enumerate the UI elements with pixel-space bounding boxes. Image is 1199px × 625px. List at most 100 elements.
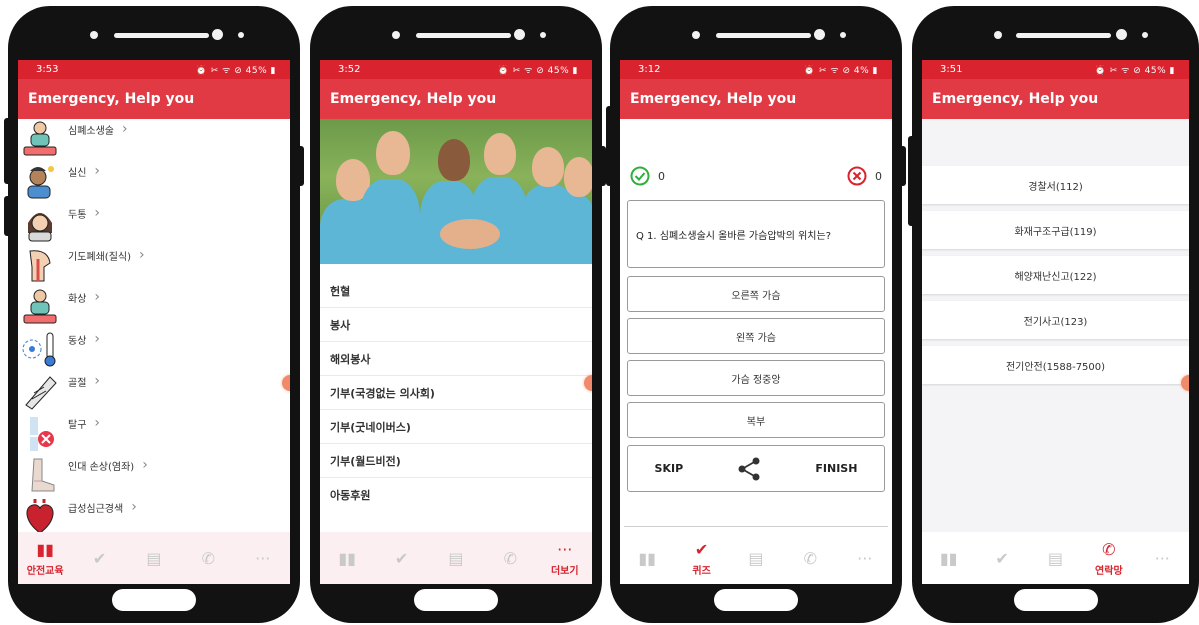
- screen: 3:51 ⏰ ✂ ᯤ ⊘ 45% ▮ Emergency, Help you 경…: [922, 60, 1189, 584]
- status-icons: ⏰ ✂ ᯤ ⊘ 45% ▮: [1094, 66, 1175, 76]
- book-icon: ▮▮: [939, 548, 958, 568]
- chevron-right-icon: ›: [142, 457, 148, 473]
- wrong-icon: [847, 166, 867, 186]
- contact-item[interactable]: 전기안전(1588-7500): [922, 346, 1189, 384]
- speaker-grille: [1015, 33, 1111, 38]
- menu-item[interactable]: 봉사: [320, 308, 592, 342]
- quiz-score: 0 0: [630, 164, 882, 188]
- list-item-label: 골절: [68, 378, 87, 389]
- nav-contacts[interactable]: ✆: [183, 549, 233, 568]
- heart-attack-icon: [20, 497, 60, 537]
- side-button: [296, 146, 304, 186]
- speaker-grille: [716, 33, 811, 38]
- nav-more[interactable]: ···: [238, 549, 288, 568]
- bottom-nav: ▮▮ ✔ ▤ ✆ ··· 더보기: [320, 532, 592, 584]
- home-button[interactable]: [1013, 589, 1098, 611]
- nav-quiz[interactable]: ✔: [377, 549, 427, 568]
- menu-item[interactable]: 기부(월드비전): [320, 444, 592, 478]
- chevron-right-icon: ›: [94, 331, 101, 347]
- chevron-right-icon: ›: [94, 415, 101, 431]
- nav-education[interactable]: ▮▮: [924, 549, 974, 568]
- volunteers-photo: [320, 119, 592, 264]
- menu-item[interactable]: 해외봉사: [320, 342, 592, 376]
- contact-item[interactable]: 경찰서(112): [922, 166, 1189, 204]
- list-item[interactable]: 골절 ›: [18, 371, 290, 413]
- sensor-dot: [238, 32, 244, 38]
- menu-item[interactable]: 헌혈: [320, 274, 592, 308]
- nav-contacts[interactable]: ✆: [785, 549, 835, 568]
- screen: 3:12 ⏰ ✂ ᯤ ⊘ 4% ▮ Emergency, Help you 0 …: [620, 60, 892, 584]
- answer-option[interactable]: 왼쪽 가슴: [627, 318, 885, 354]
- skip-button[interactable]: SKIP: [655, 462, 684, 475]
- phone-education: 3:53 ⏰ ✂ ᯤ ⊘ 45% ▮ Emergency, Help you 심…: [4, 6, 304, 623]
- book-icon: ▮▮: [36, 539, 54, 559]
- phone-quiz: 3:12 ⏰ ✂ ᯤ ⊘ 4% ▮ Emergency, Help you 0 …: [606, 6, 906, 623]
- nav-education[interactable]: ▮▮: [622, 549, 672, 568]
- list-item[interactable]: 화상 ›: [18, 287, 290, 329]
- list-item-label: 탈구: [68, 420, 87, 431]
- list-item[interactable]: 두통 ›: [18, 203, 290, 245]
- status-time: 3:12: [638, 64, 661, 75]
- nav-education[interactable]: ▮▮: [322, 549, 372, 568]
- contact-item[interactable]: 전기사고(123): [922, 301, 1189, 339]
- nav-more[interactable]: ···: [840, 549, 890, 568]
- wrong-count: 0: [875, 169, 882, 183]
- answer-option[interactable]: 오른쪽 가슴: [627, 276, 885, 312]
- contact-item[interactable]: 화재구조구급(119): [922, 211, 1189, 249]
- more-menu: 헌혈 봉사 해외봉사 기부(국경없는 의사회) 기부(굿네이버스) 기부(월드비…: [320, 274, 592, 512]
- home-button[interactable]: [112, 589, 196, 611]
- app-title: Emergency, Help you: [620, 79, 892, 119]
- check-icon: ✔: [92, 548, 107, 568]
- finish-button[interactable]: FINISH: [815, 462, 857, 475]
- clipboard-search-icon: ▤: [748, 548, 764, 568]
- home-button[interactable]: [414, 589, 498, 611]
- sensor-dot: [392, 31, 400, 39]
- nav-search[interactable]: ▤: [731, 549, 781, 568]
- nav-quiz[interactable]: ✔ 퀴즈: [677, 540, 727, 577]
- list-item[interactable]: 심폐소생술 ›: [18, 119, 290, 161]
- book-icon: ▮▮: [638, 548, 656, 568]
- status-icons: ⏰ ✂ ᯤ ⊘ 45% ▮: [497, 66, 578, 76]
- nav-education[interactable]: ▮▮ 안전교육: [20, 540, 70, 577]
- status-time: 3:52: [338, 64, 361, 75]
- chevron-right-icon: ›: [122, 121, 128, 137]
- menu-item[interactable]: 기부(국경없는 의사회): [320, 376, 592, 410]
- nav-search[interactable]: ▤: [129, 549, 179, 568]
- sensor-dot: [540, 32, 546, 38]
- nav-more[interactable]: ···: [1137, 549, 1187, 568]
- nav-contacts[interactable]: ✆ 연락망: [1084, 540, 1134, 577]
- list-item[interactable]: 기도폐쇄(질식) ›: [18, 245, 290, 287]
- list-item[interactable]: 인대 손상(염좌) ›: [18, 455, 290, 497]
- more-icon: ···: [255, 548, 271, 568]
- answer-option[interactable]: 가슴 정중앙: [627, 360, 885, 396]
- share-icon[interactable]: [736, 456, 762, 482]
- nav-contacts[interactable]: ✆: [485, 549, 535, 568]
- side-button: [4, 118, 12, 184]
- status-bar: 3:51 ⏰ ✂ ᯤ ⊘ 45% ▮: [922, 60, 1189, 79]
- bottom-nav: ▮▮ ✔ 퀴즈 ▤ ✆ ···: [620, 532, 892, 584]
- list-item[interactable]: 실신 ›: [18, 161, 290, 203]
- menu-item[interactable]: 기부(굿네이버스): [320, 410, 592, 444]
- nav-quiz[interactable]: ✔: [977, 549, 1027, 568]
- nav-quiz[interactable]: ✔: [75, 549, 125, 568]
- contact-item[interactable]: 해양재난신고(122): [922, 256, 1189, 294]
- list-item[interactable]: 동상 ›: [18, 329, 290, 371]
- home-button[interactable]: [714, 589, 798, 611]
- menu-item[interactable]: 아동후원: [320, 478, 592, 512]
- side-button: [4, 196, 12, 236]
- check-icon: ✔: [394, 548, 409, 568]
- speaker-grille: [416, 33, 511, 38]
- burn-icon: [20, 287, 60, 327]
- more-icon: ···: [857, 548, 873, 568]
- nav-search[interactable]: ▤: [1030, 549, 1080, 568]
- phone-icon: ✆: [503, 548, 518, 568]
- nav-more[interactable]: ··· 더보기: [540, 540, 590, 577]
- phone-icon: ✆: [803, 548, 818, 568]
- list-item[interactable]: 탈구 ›: [18, 413, 290, 455]
- book-icon: ▮▮: [338, 548, 356, 568]
- sensor-dot: [840, 32, 846, 38]
- answer-option[interactable]: 복부: [627, 402, 885, 438]
- nav-search[interactable]: ▤: [431, 549, 481, 568]
- side-button: [898, 146, 906, 186]
- headache-icon: [20, 203, 60, 243]
